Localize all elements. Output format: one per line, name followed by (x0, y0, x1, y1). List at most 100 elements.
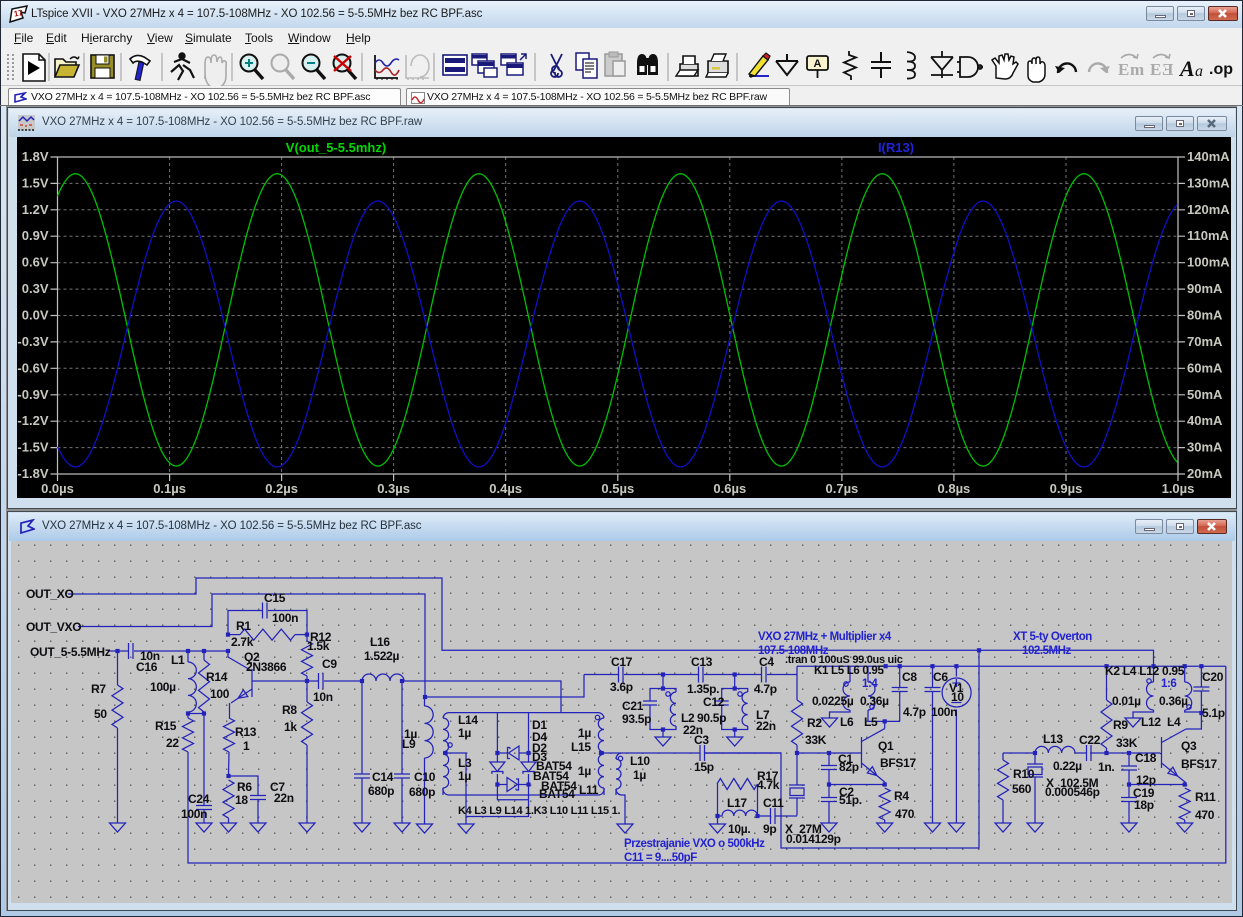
svg-text:C12: C12 (703, 695, 725, 709)
svg-text:1.5V: 1.5V (22, 175, 49, 190)
svg-text:33K: 33K (1116, 736, 1138, 750)
svg-text:L14: L14 (458, 713, 478, 727)
svg-text:2N3866: 2N3866 (246, 660, 287, 674)
svg-text:100µ: 100µ (150, 680, 176, 694)
svg-text:L11: L11 (579, 783, 599, 797)
svg-text:60mA: 60mA (1187, 360, 1223, 375)
svg-text:3.6p: 3.6p (610, 680, 633, 694)
svg-text:m: m (1130, 60, 1144, 79)
svg-text:R9: R9 (1113, 718, 1128, 732)
svg-text:0.7µs: 0.7µs (826, 481, 859, 496)
svg-text:L10: L10 (630, 754, 650, 768)
svg-text:4.7p: 4.7p (754, 682, 777, 696)
svg-text:C20: C20 (1202, 670, 1224, 684)
svg-text:680p: 680p (409, 785, 435, 799)
svg-text:OUT_XO: OUT_XO (26, 587, 74, 601)
svg-text:102.5MHz: 102.5MHz (1022, 645, 1072, 657)
svg-text:1n.: 1n. (1098, 760, 1114, 774)
svg-text:107.5-108MHz: 107.5-108MHz (758, 645, 829, 657)
svg-text:L16: L16 (370, 635, 390, 649)
svg-text:1:4: 1:4 (862, 678, 878, 690)
svg-text:C15: C15 (264, 591, 286, 605)
svg-text:470: 470 (895, 807, 915, 821)
svg-text:C18: C18 (1135, 751, 1157, 765)
svg-text:100mA: 100mA (1187, 255, 1230, 270)
svg-text:50mA: 50mA (1187, 387, 1223, 402)
svg-text:R7: R7 (91, 682, 106, 696)
svg-text:0.9V: 0.9V (22, 228, 49, 243)
svg-text:0.3V: 0.3V (22, 281, 49, 296)
svg-text:0.36µ: 0.36µ (860, 694, 889, 708)
svg-text:C22: C22 (1079, 733, 1101, 747)
svg-text:R15: R15 (155, 719, 177, 733)
svg-text:0.01µ: 0.01µ (1112, 694, 1141, 708)
svg-text:4.7k: 4.7k (757, 778, 780, 792)
svg-text:V(out_5-5.5mhz): V(out_5-5.5mhz) (286, 140, 386, 155)
svg-text:0.5µs: 0.5µs (601, 481, 634, 496)
svg-text:1µ: 1µ (633, 768, 646, 782)
svg-text:OUT_VXO: OUT_VXO (26, 620, 81, 634)
svg-text:22: 22 (166, 736, 179, 750)
svg-text:C4: C4 (759, 655, 774, 669)
svg-text:5.1p: 5.1p (1202, 706, 1225, 720)
svg-text:A: A (814, 58, 822, 70)
svg-text:93.5p: 93.5p (622, 712, 651, 726)
svg-text:I(R13): I(R13) (878, 140, 914, 155)
svg-text:9p: 9p (763, 822, 776, 836)
svg-text:L12: L12 (1141, 715, 1161, 729)
svg-text:110mA: 110mA (1187, 228, 1230, 243)
svg-text:82p: 82p (839, 760, 859, 774)
svg-text:80mA: 80mA (1187, 308, 1223, 323)
svg-text:10: 10 (951, 690, 964, 704)
svg-text:33K: 33K (805, 733, 827, 747)
svg-text:R14: R14 (206, 670, 228, 684)
svg-text:R2: R2 (807, 716, 822, 730)
svg-text:0.0V: 0.0V (22, 308, 49, 323)
svg-text:L3: L3 (458, 756, 472, 770)
svg-text:L5: L5 (864, 715, 878, 729)
svg-text:-1.2V: -1.2V (17, 413, 48, 428)
svg-text:-0.3V: -0.3V (17, 334, 48, 349)
svg-text:1µ: 1µ (578, 726, 591, 740)
svg-text:0.6V: 0.6V (22, 255, 49, 270)
svg-text:0.9µs: 0.9µs (1050, 481, 1083, 496)
svg-text:OUT_5-5.5MHz: OUT_5-5.5MHz (30, 645, 111, 659)
svg-text:C24: C24 (188, 792, 210, 806)
svg-text:1.0µs: 1.0µs (1162, 481, 1195, 496)
svg-text:C11: C11 (763, 796, 784, 810)
svg-text:Ǝ: Ǝ (1162, 60, 1174, 79)
svg-text:4.7p: 4.7p (903, 705, 926, 719)
svg-text:22n: 22n (683, 723, 703, 737)
svg-text:18: 18 (235, 793, 248, 807)
svg-text:100: 100 (210, 687, 230, 701)
svg-text:1µ: 1µ (458, 726, 471, 740)
svg-text:15p: 15p (694, 760, 714, 774)
svg-text:K4 L3 L9 L14 1.K3 L10 L11 L15: K4 L3 L9 L14 1.K3 L10 L11 L15 1. (458, 805, 620, 817)
svg-text:50: 50 (94, 707, 107, 721)
svg-text:.op: .op (1209, 61, 1233, 78)
svg-text:A: A (1178, 56, 1195, 81)
svg-text:R11: R11 (1195, 790, 1216, 804)
svg-text:-0.6V: -0.6V (17, 360, 48, 375)
svg-text:100n: 100n (181, 807, 207, 821)
svg-text:0.2µs: 0.2µs (265, 481, 298, 496)
svg-text:E: E (1118, 60, 1129, 79)
svg-text:10µ.: 10µ. (728, 822, 750, 836)
svg-text:560: 560 (1012, 782, 1032, 796)
svg-text:1µ: 1µ (458, 769, 471, 783)
svg-text:30mA: 30mA (1187, 440, 1223, 455)
svg-text:a: a (1195, 63, 1203, 80)
svg-text:BFS17: BFS17 (880, 756, 916, 770)
svg-text:470: 470 (1195, 808, 1215, 822)
svg-text:R6: R6 (237, 780, 252, 794)
svg-text:L17: L17 (727, 796, 747, 810)
svg-text:L6: L6 (840, 715, 854, 729)
svg-text:C9: C9 (322, 657, 337, 671)
svg-text:E: E (1150, 60, 1161, 79)
svg-text:18p: 18p (1134, 798, 1154, 812)
svg-text:20mA: 20mA (1187, 466, 1223, 481)
svg-text:140mA: 140mA (1187, 149, 1230, 164)
svg-text:L1: L1 (171, 653, 185, 667)
svg-text:C11 = 9....50pF: C11 = 9....50pF (624, 852, 697, 864)
svg-text:0.3µs: 0.3µs (377, 481, 410, 496)
